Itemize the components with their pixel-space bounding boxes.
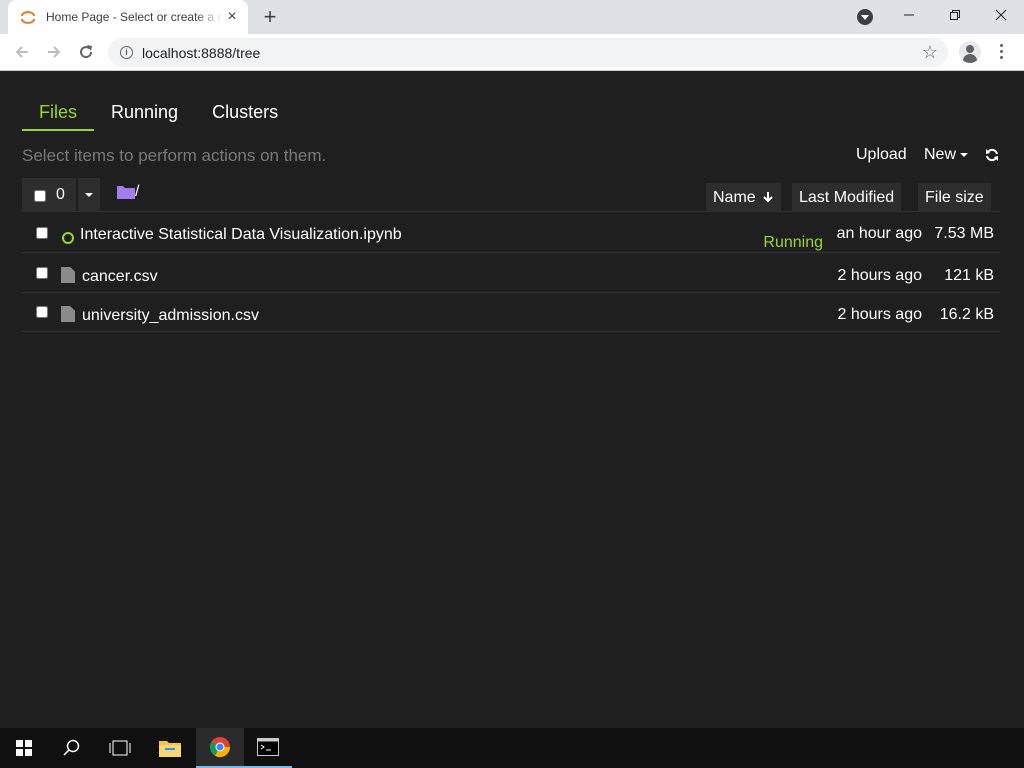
- sort-by-modified-button[interactable]: Last Modified: [792, 183, 902, 212]
- arrow-right-icon: [48, 46, 61, 58]
- task-view-button[interactable]: [96, 728, 144, 768]
- sort-by-size-button[interactable]: File size: [918, 183, 991, 212]
- select-all-checkbox[interactable]: [34, 190, 46, 202]
- caret-down-icon: [960, 152, 969, 157]
- file-size: 7.53 MB: [934, 225, 994, 242]
- minimize-button[interactable]: [886, 0, 932, 30]
- search-icon: [63, 739, 80, 756]
- file-modified: 2 hours ago: [837, 306, 922, 323]
- file-icon: [61, 267, 75, 283]
- refresh-icon[interactable]: [985, 148, 999, 162]
- chrome-taskbar-button[interactable]: [196, 728, 244, 768]
- chrome-icon: [209, 737, 231, 758]
- browser-tab[interactable]: Home Page - Select or create a notebook …: [8, 0, 248, 34]
- file-modified: an hour ago: [836, 225, 922, 242]
- close-window-button[interactable]: [978, 0, 1024, 30]
- file-explorer-icon: [159, 741, 181, 757]
- info-icon[interactable]: i: [120, 46, 133, 59]
- breadcrumb-root[interactable]: /: [135, 183, 139, 201]
- row-checkbox[interactable]: [36, 267, 48, 279]
- tab-close-icon[interactable]: ×: [224, 9, 240, 25]
- table-row[interactable]: cancer.csv 2 hours ago 121 kB: [22, 254, 1000, 293]
- row-checkbox[interactable]: [36, 227, 48, 239]
- running-notebook-icon: [62, 232, 74, 244]
- new-button-label: New: [924, 146, 957, 163]
- tab-search-icon[interactable]: [857, 9, 873, 25]
- taskbar: [0, 728, 1024, 768]
- new-tab-button[interactable]: +: [258, 6, 282, 28]
- reload-button[interactable]: [75, 41, 97, 63]
- folder-icon[interactable]: [117, 185, 135, 199]
- jupyter-favicon-icon: [21, 11, 35, 24]
- taskbar-search-button[interactable]: [48, 728, 96, 768]
- arrow-left-icon: [15, 46, 28, 58]
- file-modified: 2 hours ago: [837, 267, 922, 284]
- file-icon: [61, 306, 75, 322]
- file-link[interactable]: university_admission.csv: [82, 307, 259, 325]
- table-row[interactable]: Interactive Statistical Data Visualizati…: [22, 214, 1000, 253]
- new-button[interactable]: New: [924, 146, 969, 164]
- windows-logo-icon: [16, 740, 32, 756]
- restore-button[interactable]: [932, 0, 978, 30]
- tab-clusters[interactable]: Clusters: [195, 96, 295, 131]
- bookmark-star-icon[interactable]: ☆: [922, 42, 938, 63]
- row-checkbox[interactable]: [36, 306, 48, 318]
- selected-count: 0: [56, 186, 65, 203]
- sort-by-name-button[interactable]: Name: [706, 183, 782, 212]
- upload-button[interactable]: Upload: [856, 146, 907, 164]
- file-size: 121 kB: [944, 267, 994, 284]
- task-view-icon: [109, 740, 131, 756]
- back-button[interactable]: [11, 41, 33, 63]
- browser-toolbar: i localhost:8888/tree ☆: [0, 34, 1024, 71]
- reload-icon: [80, 45, 93, 59]
- restore-icon: [950, 10, 960, 20]
- arrow-down-icon: [763, 192, 773, 203]
- file-explorer-button[interactable]: [146, 728, 194, 768]
- tab-title: Home Page - Select or create a notebook: [46, 10, 222, 24]
- forward-button[interactable]: [43, 41, 65, 63]
- close-icon: [995, 9, 1007, 21]
- tab-files[interactable]: Files: [22, 96, 95, 131]
- selection-hint: Select items to perform actions on them.: [22, 146, 327, 165]
- running-indicator: Running: [763, 234, 823, 251]
- file-size: 16.2 kB: [939, 306, 994, 323]
- sort-name-label: Name: [713, 189, 756, 206]
- tab-running[interactable]: Running: [94, 96, 195, 131]
- start-button[interactable]: [0, 728, 48, 768]
- browser-tabstrip: Home Page - Select or create a notebook …: [0, 0, 1024, 34]
- browser-menu-icon[interactable]: [998, 44, 1004, 62]
- selection-dropdown-button[interactable]: [78, 178, 100, 212]
- file-link[interactable]: Interactive Statistical Data Visualizati…: [80, 226, 402, 244]
- file-list-header: 0 / Name Last Modified File size: [22, 178, 1000, 212]
- file-link[interactable]: cancer.csv: [82, 268, 158, 286]
- table-row[interactable]: university_admission.csv 2 hours ago 16.…: [22, 293, 1000, 332]
- select-all-control: 0: [22, 178, 76, 212]
- profile-avatar-icon[interactable]: [959, 41, 981, 63]
- minimize-icon: [904, 14, 914, 16]
- terminal-taskbar-button[interactable]: [244, 728, 292, 768]
- address-bar[interactable]: i localhost:8888/tree ☆: [108, 38, 948, 67]
- terminal-icon: [257, 738, 279, 756]
- url-text: localhost:8888/tree: [142, 45, 261, 61]
- jupyter-tabs: Files Running Clusters: [22, 96, 295, 131]
